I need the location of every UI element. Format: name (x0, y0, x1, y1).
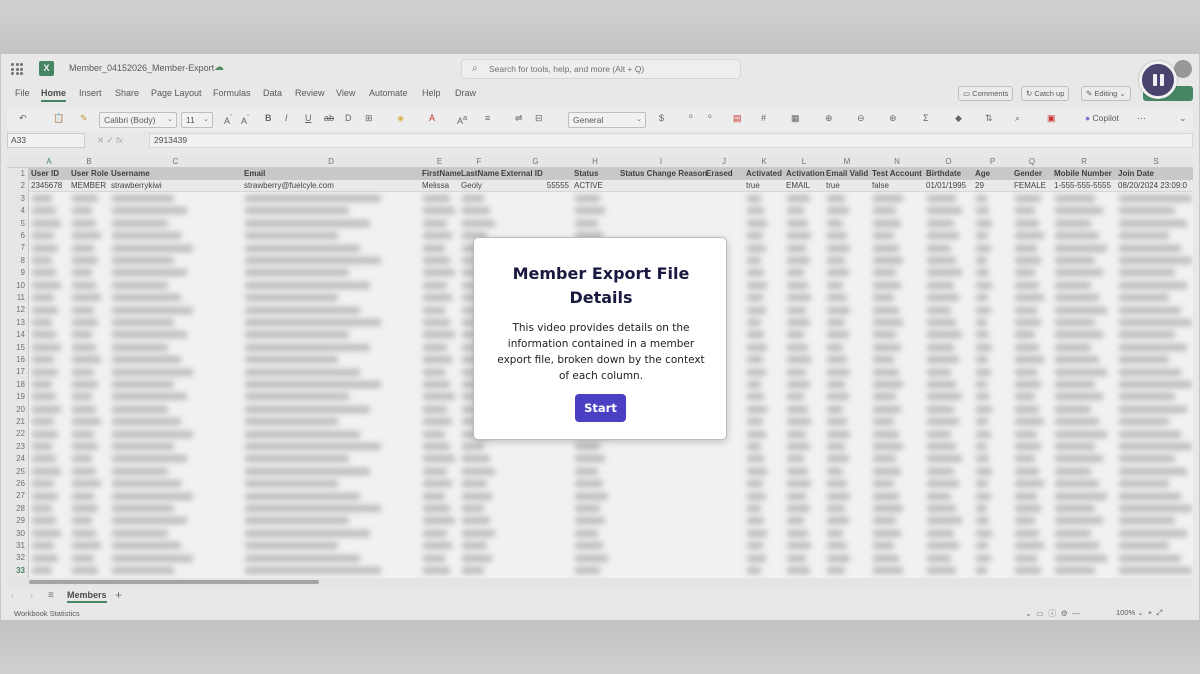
start-button[interactable]: Start (575, 394, 626, 422)
dialog-title: Member Export File Details (512, 264, 690, 307)
dialog-description: This video provides details on the infor… (497, 322, 705, 382)
intro-dialog: Member Export File Details This video pr… (473, 237, 727, 440)
